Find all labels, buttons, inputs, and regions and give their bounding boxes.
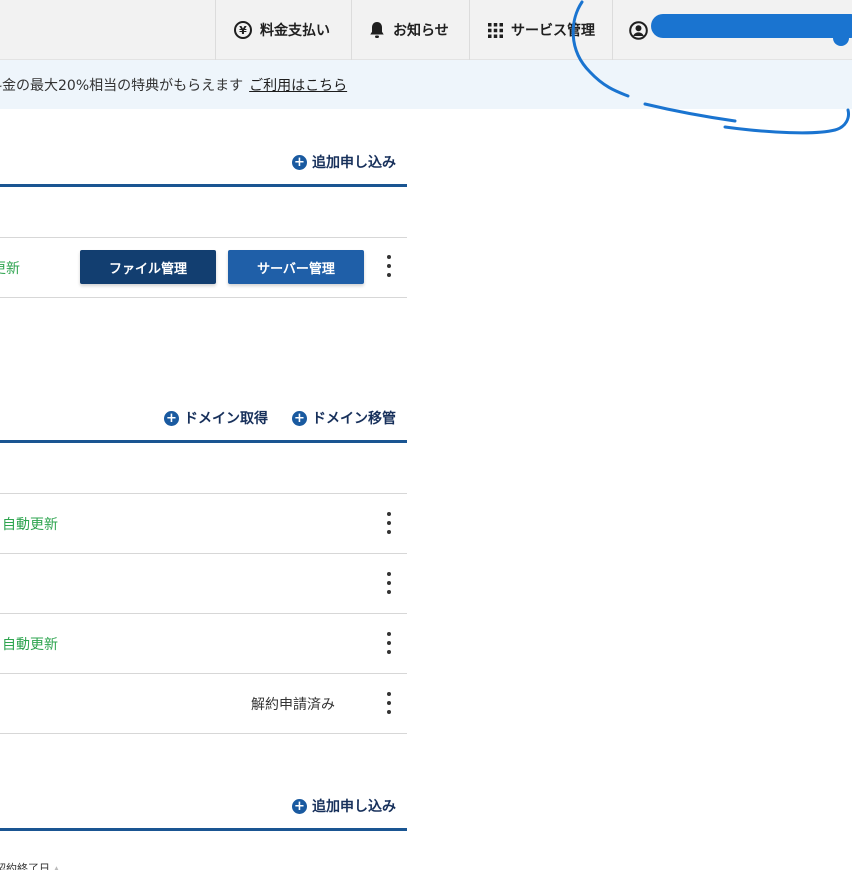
kebab-menu-icon[interactable] (384, 572, 394, 594)
promo-banner-link[interactable]: ご利用はこちら (249, 78, 347, 94)
nav-user-account[interactable] (612, 0, 852, 60)
row-divider (0, 613, 407, 614)
nav-payment[interactable]: ¥ 料金支払い (215, 0, 351, 60)
third-add-application-link[interactable]: + 追加申し込み (292, 796, 396, 816)
domain-status: 自動更新 (2, 517, 58, 533)
plus-circle-icon: + (164, 410, 179, 426)
nav-notifications[interactable]: お知らせ (351, 0, 469, 60)
grid-icon (488, 22, 503, 38)
bell-icon (369, 21, 385, 39)
server-add-application-link[interactable]: + 追加申し込み (292, 152, 396, 172)
nav-service-management-label: サービス管理 (511, 23, 595, 39)
yen-icon: ¥ (234, 21, 252, 39)
sort-arrow-icon: ▲ (53, 865, 60, 870)
handwritten-annotation (571, 0, 850, 135)
kebab-menu-icon[interactable] (384, 255, 394, 277)
kebab-menu-icon[interactable] (384, 632, 394, 654)
file-management-button[interactable]: ファイル管理 (80, 250, 216, 284)
row-divider (0, 553, 407, 554)
contract-end-column-header[interactable]: 契約終了日 ▲ (0, 860, 60, 870)
row-divider (0, 673, 407, 674)
row-divider (0, 733, 407, 734)
server-add-application-label: 追加申し込み (312, 155, 396, 171)
contract-end-label: 契約終了日 (0, 862, 50, 870)
row-divider (0, 493, 407, 494)
third-add-application-label: 追加申し込み (312, 799, 396, 815)
row-divider (0, 297, 407, 298)
domain-status: 自動更新 (2, 637, 58, 653)
server-status: 更新 (0, 261, 20, 277)
row-divider (0, 237, 407, 238)
server-management-button[interactable]: サーバー管理 (228, 250, 364, 284)
promo-banner-text: 料金の最大20%相当の特典がもらえます (0, 77, 244, 94)
promo-banner: 料金の最大20%相当の特典がもらえます ご利用はこちら (0, 60, 852, 109)
section-divider (0, 184, 407, 187)
plus-circle-icon: + (292, 798, 307, 814)
plus-circle-icon: + (292, 410, 307, 426)
kebab-menu-icon[interactable] (384, 692, 394, 714)
nav-payment-label: 料金支払い (260, 23, 330, 39)
nav-notifications-label: お知らせ (393, 23, 449, 39)
domain-transfer-link[interactable]: + ドメイン移管 (292, 408, 396, 428)
kebab-menu-icon[interactable] (384, 512, 394, 534)
domain-acquire-link[interactable]: + ドメイン取得 (164, 408, 268, 428)
section-divider (0, 828, 407, 831)
user-name-redaction (651, 14, 852, 46)
section-divider (0, 440, 407, 443)
top-navigation-bar: ¥ 料金支払い お知らせ サービス管理 (0, 0, 852, 60)
nav-service-management[interactable]: サービス管理 (469, 0, 612, 60)
user-icon (629, 20, 648, 40)
domain-acquire-label: ドメイン取得 (184, 411, 268, 427)
domain-transfer-label: ドメイン移管 (312, 411, 396, 427)
domain-status: 解約申請済み (251, 697, 335, 713)
plus-circle-icon: + (292, 154, 307, 170)
